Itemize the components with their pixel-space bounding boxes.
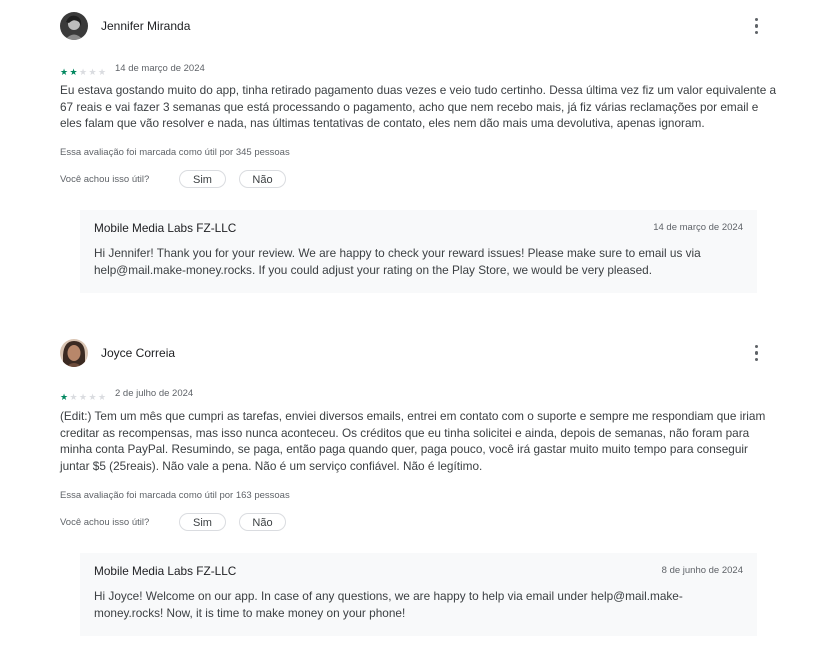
star-empty-icon: ★ <box>69 392 78 402</box>
star-filled-icon: ★ <box>60 392 69 402</box>
star-empty-icon: ★ <box>79 392 88 402</box>
helpful-no-button[interactable]: Não <box>239 170 286 188</box>
developer-reply: Mobile Media Labs FZ-LLC 8 de junho de 2… <box>80 553 757 636</box>
review-date: 14 de março de 2024 <box>115 63 205 74</box>
star-empty-icon: ★ <box>79 67 88 77</box>
review-card: Joyce Correia ★★★★★ 2 de julho de 2024 (… <box>60 339 777 539</box>
avatar <box>60 12 88 40</box>
reply-author: Mobile Media Labs FZ-LLC <box>94 564 237 578</box>
review-author: Joyce Correia <box>101 346 176 360</box>
review-date: 2 de julho de 2024 <box>115 388 194 399</box>
star-empty-icon: ★ <box>88 392 97 402</box>
star-empty-icon: ★ <box>98 392 107 402</box>
review-text: Eu estava gostando muito do app, tinha r… <box>60 83 777 131</box>
star-rating: ★★★★★ <box>60 387 108 405</box>
review-header: Jennifer Miranda <box>60 12 777 40</box>
helpful-no-button[interactable]: Não <box>239 513 286 531</box>
reply-date: 8 de junho de 2024 <box>661 565 743 576</box>
helpful-question: Você achou isso útil? <box>60 174 150 185</box>
helpful-yes-button[interactable]: Sim <box>179 170 226 188</box>
reply-author: Mobile Media Labs FZ-LLC <box>94 221 237 235</box>
more-vert-icon[interactable] <box>746 339 768 367</box>
avatar <box>60 339 88 367</box>
helpful-count: Essa avaliação foi marcada como útil por… <box>60 147 290 158</box>
more-vert-icon[interactable] <box>746 12 768 40</box>
reply-text: Hi Joyce! Welcome on our app. In case of… <box>94 589 683 620</box>
star-filled-icon: ★ <box>69 67 78 77</box>
reply-text: Hi Jennifer! Thank you for your review. … <box>94 246 701 277</box>
helpful-question: Você achou isso útil? <box>60 517 150 528</box>
star-rating: ★★★★★ <box>60 62 108 80</box>
review-header: Joyce Correia <box>60 339 777 367</box>
helpful-count: Essa avaliação foi marcada como útil por… <box>60 490 290 501</box>
helpful-yes-button[interactable]: Sim <box>179 513 226 531</box>
reply-date: 14 de março de 2024 <box>653 222 743 233</box>
developer-reply: Mobile Media Labs FZ-LLC 14 de março de … <box>80 210 757 293</box>
star-empty-icon: ★ <box>88 67 97 77</box>
star-filled-icon: ★ <box>60 67 69 77</box>
review-author: Jennifer Miranda <box>101 19 191 33</box>
star-empty-icon: ★ <box>98 67 107 77</box>
review-text: (Edit:) Tem um mês que cumpri as tarefas… <box>60 409 766 474</box>
